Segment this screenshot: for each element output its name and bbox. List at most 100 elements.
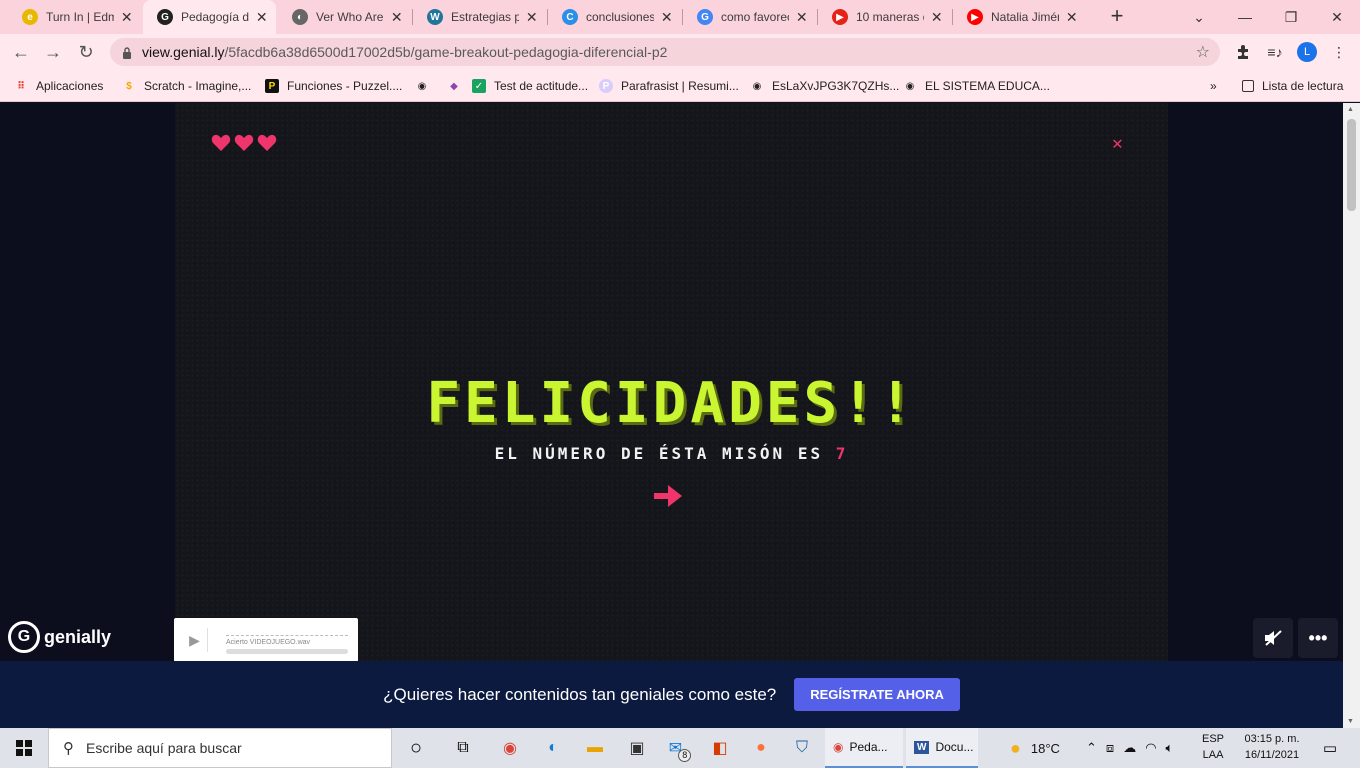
tab-6[interactable]: ▶ 10 maneras d ✕ — [818, 0, 951, 34]
weather-widget[interactable]: ● 18°C — [1010, 728, 1060, 768]
minimize-button[interactable]: — — [1222, 0, 1268, 34]
onedrive-cloud-icon[interactable]: ☁ — [1123, 740, 1136, 756]
tab-5[interactable]: Gcomo favorec ✕ — [683, 0, 816, 34]
close-tab-icon[interactable]: ✕ — [660, 9, 673, 26]
edge-icon[interactable]: ◐ — [537, 732, 569, 764]
close-game-icon[interactable]: ✕ — [1112, 133, 1123, 154]
close-tab-icon[interactable]: ✕ — [795, 9, 808, 26]
tab-title: Ver Who Are — [316, 10, 384, 24]
extensions-puzzle-icon[interactable] — [1230, 39, 1256, 65]
forward-button[interactable]: → — [40, 39, 66, 65]
page-scrollbar[interactable]: ▲ ▼ — [1343, 103, 1360, 728]
file-explorer-icon[interactable]: ▬ — [579, 732, 611, 764]
media-control-icon[interactable]: ≡♪ — [1262, 39, 1288, 65]
scroll-down-icon[interactable]: ▼ — [1347, 718, 1354, 725]
bookmark-item[interactable]: ◉ EL SISTEMA EDUCA... — [903, 76, 1050, 96]
bookmark-item[interactable]: ◉ — [415, 76, 437, 96]
close-window-button[interactable]: ✕ — [1314, 0, 1360, 34]
restore-button[interactable]: ❐ — [1268, 0, 1314, 34]
bookmark-label: Aplicaciones — [36, 79, 104, 93]
bookmark-item[interactable]: ✓ Test de actitude... — [472, 76, 588, 96]
mail-icon[interactable]: ✉ 8 — [664, 732, 696, 764]
lock-icon — [122, 46, 132, 59]
mission-message: EL NÚMERO DE ÉSTA MISÓN ES 7 — [0, 444, 1343, 463]
bookmark-item[interactable]: ◉ EsLaXvJPG3K7QZHs... — [750, 76, 900, 96]
wifi-icon[interactable]: ◠ — [1145, 740, 1156, 756]
back-button[interactable]: ← — [8, 39, 34, 65]
new-tab-button[interactable]: + — [1104, 4, 1130, 30]
tab-4[interactable]: Cconclusiones ✕ — [548, 0, 681, 34]
scrollbar-thumb[interactable] — [1347, 119, 1356, 211]
cortana-icon[interactable]: ○ — [400, 732, 432, 764]
tab-title: Estrategias p — [451, 10, 520, 24]
tab-3[interactable]: W Estrategias p ✕ — [413, 0, 546, 34]
taskbar-search-input[interactable]: ⚲ Escribe aquí para buscar — [48, 728, 392, 768]
close-tab-icon[interactable]: ✕ — [1065, 9, 1078, 26]
reload-button[interactable]: ↻ — [73, 39, 99, 65]
genially-brand-text: genially — [44, 626, 112, 647]
system-clock[interactable]: 03:15 p. m. 16/11/2021 — [1238, 731, 1306, 763]
tab-0[interactable]: e Turn In | Edm ✕ — [8, 0, 141, 34]
tab-title: 10 maneras d — [856, 10, 925, 24]
bookmark-star-icon[interactable]: ☆ — [1196, 42, 1210, 62]
register-button[interactable]: REGÍSTRATE AHORA — [794, 678, 960, 711]
close-tab-icon[interactable]: ✕ — [390, 9, 403, 26]
genially-logo[interactable]: G genially — [8, 621, 111, 653]
word-icon: W — [914, 740, 930, 754]
security-shield-icon[interactable]: ⛉ — [786, 732, 818, 764]
taskbar-app-label: Docu... — [935, 740, 974, 754]
scroll-up-icon[interactable]: ▲ — [1347, 106, 1354, 113]
bookmarks-overflow-icon[interactable]: » — [1210, 76, 1217, 96]
google-icon: G — [697, 9, 713, 25]
bookmark-item[interactable]: $ Scratch - Imagine,... — [122, 76, 251, 96]
tab-title: como favorec — [721, 10, 790, 24]
more-options-icon[interactable]: ••• — [1298, 618, 1338, 658]
volume-icon[interactable]: 🔈︎ — [1166, 740, 1174, 756]
clock-date: 16/11/2021 — [1244, 749, 1300, 761]
congrats-headline: FELICIDADES!! — [426, 371, 917, 436]
close-tab-icon[interactable]: ✕ — [525, 9, 538, 26]
checkbox-icon: ✓ — [472, 79, 486, 93]
bookmark-item[interactable]: P Funciones - Puzzel.... — [265, 76, 402, 96]
mute-audio-icon[interactable] — [1253, 618, 1293, 658]
bookmark-item[interactable]: P Parafrasist | Resumi... — [599, 76, 739, 96]
tray-overflow-icon[interactable]: ⌃ — [1086, 740, 1097, 756]
task-view-icon[interactable]: ⧉ — [447, 732, 479, 764]
office-icon[interactable]: ◧ — [704, 732, 736, 764]
mission-number: 7 — [835, 444, 849, 463]
firefox-icon[interactable]: ● — [745, 732, 777, 764]
globe-icon: ◉ — [417, 80, 427, 92]
bookmark-label: Parafrasist | Resumi... — [621, 79, 739, 93]
bookmark-label: EL SISTEMA EDUCA... — [925, 79, 1050, 93]
chrome-taskbar-icon[interactable]: ◉ — [494, 732, 526, 764]
chrome-menu-icon[interactable]: ⋮ — [1326, 39, 1352, 65]
search-placeholder: Escribe aquí para buscar — [86, 740, 242, 756]
address-bar[interactable]: view.genial.ly/5facdb6a38d6500d17002d5b/… — [110, 38, 1220, 66]
weather-temperature: 18°C — [1030, 740, 1060, 756]
bookmark-label: Scratch - Imagine,... — [144, 79, 252, 93]
taskbar-app-word[interactable]: W Docu... — [906, 728, 978, 768]
notifications-icon[interactable]: ▭ — [1314, 732, 1346, 764]
tab-2[interactable]: ◐ Ver Who Are ✕ — [278, 0, 411, 34]
bookmark-item[interactable]: ⠿ Aplicaciones — [14, 76, 103, 96]
weather-sun-icon: ● — [1010, 737, 1021, 758]
close-tab-icon[interactable]: ✕ — [930, 9, 943, 26]
tab-7[interactable]: ▶ Natalia Jimén ✕ — [953, 0, 1086, 34]
tab-1[interactable]: G Pedagogía di ✕ — [143, 0, 276, 34]
input-language[interactable]: ESP LAA — [1202, 731, 1224, 763]
store-icon[interactable]: ▣ — [621, 732, 653, 764]
close-tab-icon[interactable]: ✕ — [255, 9, 268, 26]
tab-separator — [952, 9, 953, 25]
next-arrow-icon[interactable] — [654, 485, 682, 507]
tab-title: Pedagogía di — [181, 10, 250, 24]
tab-search-icon[interactable]: ⌄ — [1176, 0, 1222, 34]
profile-avatar[interactable]: L — [1294, 39, 1320, 65]
audio-progress-bar[interactable] — [226, 649, 348, 654]
close-tab-icon[interactable]: ✕ — [120, 9, 133, 26]
windows-start-icon[interactable] — [0, 728, 48, 768]
reading-list-button[interactable]: Lista de lectura — [1242, 76, 1343, 96]
bookmark-item[interactable]: ◆ — [447, 76, 469, 96]
taskbar-app-chrome[interactable]: ◉ Peda... — [825, 728, 903, 768]
meet-now-icon[interactable]: ⧈ — [1106, 740, 1114, 756]
play-icon[interactable]: ▶ — [182, 628, 208, 652]
